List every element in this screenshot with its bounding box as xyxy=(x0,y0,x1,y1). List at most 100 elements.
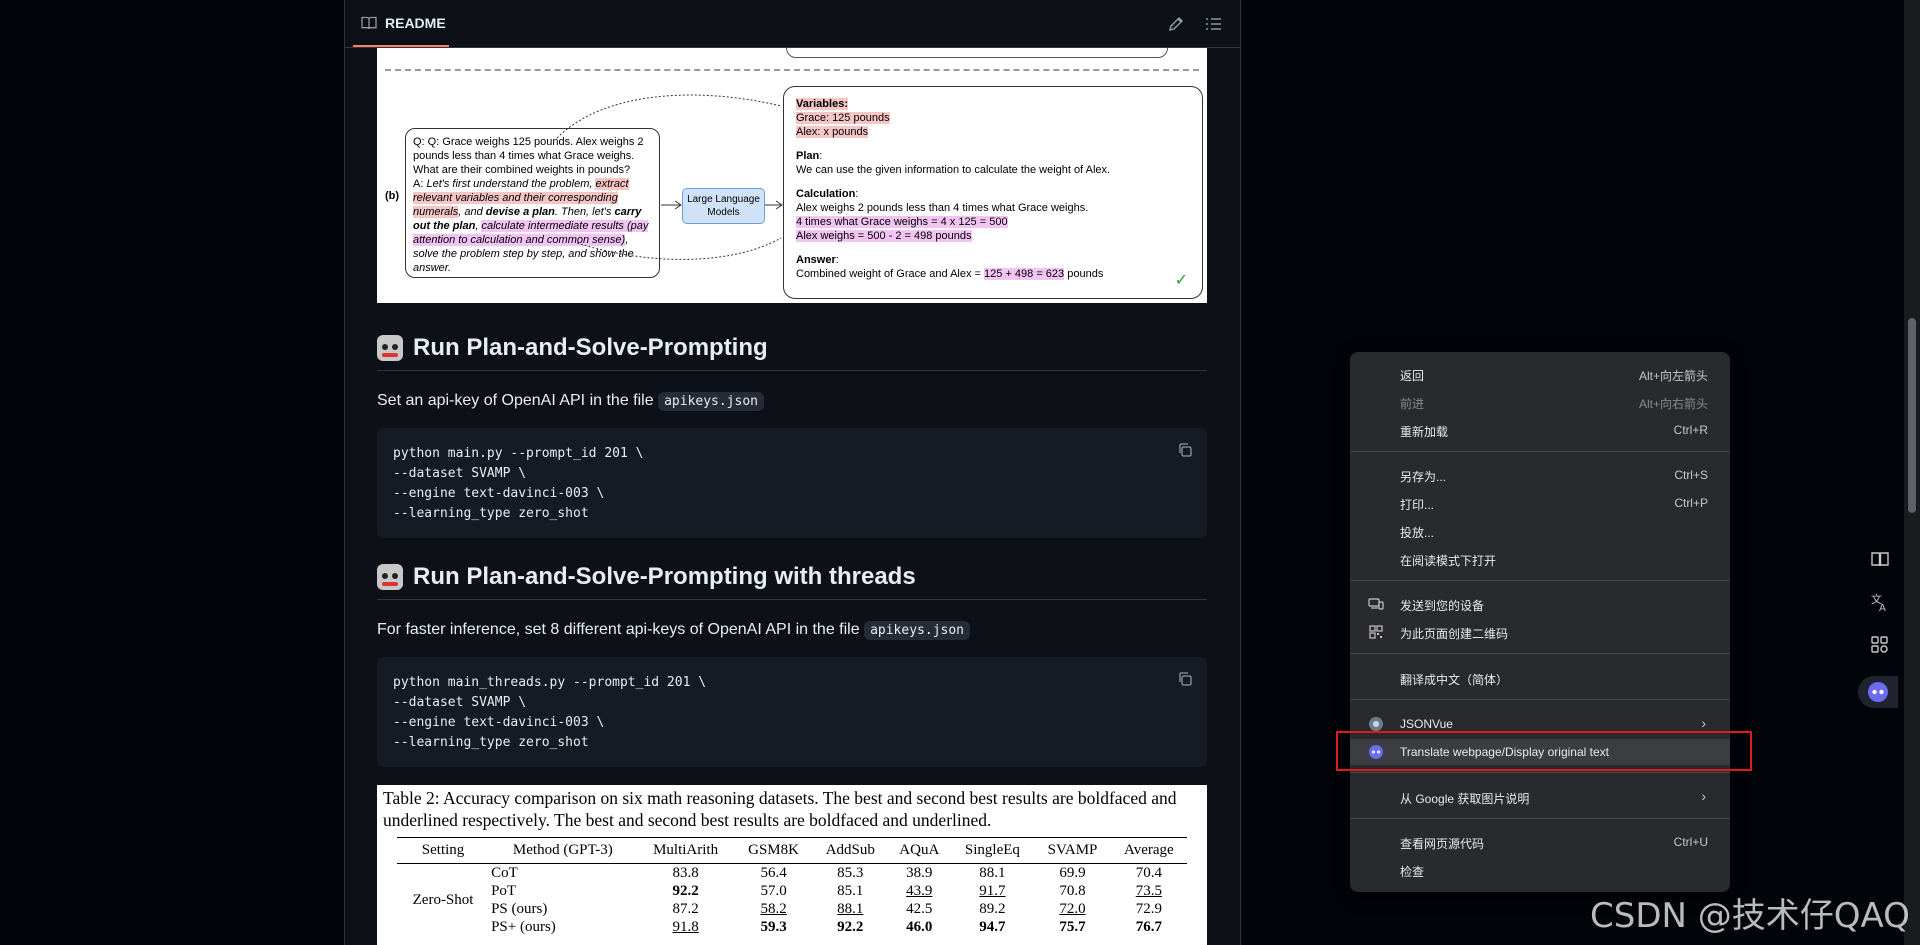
translate-icon[interactable]: 文A xyxy=(1866,588,1894,616)
answer-block: Answer: Combined weight of Grace and Ale… xyxy=(796,254,1104,280)
menu-item-forward[interactable]: 前进 Alt+向右箭头 xyxy=(1350,389,1730,415)
value-cell: 88.1 xyxy=(837,901,864,917)
readme-tab[interactable]: README xyxy=(353,0,449,47)
menu-item-label: 发送到您的设备 xyxy=(1400,599,1485,613)
menu-item-label: 返回 xyxy=(1400,369,1425,383)
menu-separator xyxy=(1350,580,1730,581)
answer-highlight: 125 + 498 = 623 xyxy=(984,268,1065,280)
scrollbar-thumb[interactable] xyxy=(1908,318,1916,513)
menu-item-reader-mode[interactable]: 在阅读模式下打开 xyxy=(1350,546,1730,572)
book-icon xyxy=(361,16,377,29)
section-title: Run Plan-and-Solve-Prompting xyxy=(413,334,768,361)
chevron-right-icon: › xyxy=(1701,715,1706,731)
table-header: Average xyxy=(1110,837,1187,864)
table-caption: Table 2: Accuracy comparison on six math… xyxy=(383,788,1177,830)
outline-list-icon[interactable] xyxy=(1203,14,1223,34)
menu-item-save-as[interactable]: 另存为... Ctrl+S xyxy=(1350,462,1730,488)
table-header-row: Setting Method (GPT-3) MultiArith GSM8K … xyxy=(397,837,1187,864)
value-cell: 56.4 xyxy=(760,865,787,881)
table-row: PoT 92.2 57.0 85.1 43.9 91.7 70.8 73.5 xyxy=(397,882,1187,900)
value-cell: 70.4 xyxy=(1135,865,1162,881)
menu-item-view-source[interactable]: 查看网页源代码 Ctrl+U xyxy=(1350,829,1730,855)
menu-item-label: 查看网页源代码 xyxy=(1400,837,1485,851)
assistant-icon xyxy=(1868,682,1888,702)
menu-item-shortcut: Alt+向右箭头 xyxy=(1638,397,1708,411)
variable-line: Alex: x pounds xyxy=(796,126,869,138)
check-icon: ✓ xyxy=(1174,272,1188,289)
menu-item-label: 为此页面创建二维码 xyxy=(1400,627,1509,641)
qr-code-icon xyxy=(1369,625,1383,639)
paragraph-text: Set an api-key of OpenAI API in the file xyxy=(377,392,659,409)
menu-item-label: 翻译成中文（简体） xyxy=(1400,673,1509,687)
menu-item-qr-code[interactable]: 为此页面创建二维码 xyxy=(1350,619,1730,645)
value-cell: 57.0 xyxy=(760,883,787,899)
method-cell: PS (ours) xyxy=(491,901,548,917)
robot-icon xyxy=(377,335,403,361)
section-heading-run: Run Plan-and-Solve-Prompting xyxy=(377,334,1207,371)
plan-title: Plan xyxy=(796,150,820,162)
value-cell: 94.7 xyxy=(979,919,1006,935)
value-cell: 72.0 xyxy=(1059,901,1086,917)
copy-icon[interactable] xyxy=(1177,442,1193,458)
watermark: CSDN @技术仔QAQ xyxy=(1590,896,1910,936)
menu-item-label: 在阅读模式下打开 xyxy=(1400,554,1497,568)
method-cell: PS+ (ours) xyxy=(491,919,556,935)
menu-item-translate-cn[interactable]: 翻译成中文（简体） xyxy=(1350,665,1730,691)
value-cell: 88.1 xyxy=(979,865,1006,881)
results-table: Setting Method (GPT-3) MultiArith GSM8K … xyxy=(397,837,1187,936)
section-paragraph: Set an api-key of OpenAI API in the file… xyxy=(377,392,764,411)
value-cell: 42.5 xyxy=(906,901,933,917)
menu-item-shortcut: Alt+向左箭头 xyxy=(1638,369,1708,383)
table-row: PS (ours) 87.2 58.2 88.1 42.5 89.2 72.0 … xyxy=(397,900,1187,918)
menu-item-inspect[interactable]: 检查 xyxy=(1350,857,1730,883)
value-cell: 92.2 xyxy=(672,883,699,899)
menu-item-label: 检查 xyxy=(1400,865,1425,879)
section-paragraph: For faster inference, set 8 different ap… xyxy=(377,621,970,640)
calc-line: Alex weighs = 500 - 2 = 498 pounds xyxy=(796,230,972,242)
readme-tab-label: README xyxy=(385,14,446,31)
inline-code: apikeys.json xyxy=(864,621,970,640)
plan-text: We can use the given information to calc… xyxy=(796,164,1111,176)
assistant-button[interactable] xyxy=(1858,676,1898,708)
apps-icon[interactable] xyxy=(1866,631,1894,659)
answer-title: Answer xyxy=(796,254,836,266)
value-cell: 87.2 xyxy=(672,901,699,917)
value-cell: 91.7 xyxy=(979,883,1006,899)
pencil-icon[interactable] xyxy=(1166,14,1186,34)
method-cell: CoT xyxy=(491,865,518,881)
table-row: PS+ (ours) 91.8 59.3 92.2 46.0 94.7 75.7… xyxy=(397,918,1187,936)
menu-item-label: 投放... xyxy=(1400,526,1435,540)
menu-item-print[interactable]: 打印... Ctrl+P xyxy=(1350,490,1730,516)
highlight-frame xyxy=(1336,731,1752,771)
table-header: Method (GPT-3) xyxy=(489,837,637,864)
value-cell: 85.1 xyxy=(837,883,864,899)
menu-item-send-to-device[interactable]: 发送到您的设备 xyxy=(1350,591,1730,617)
menu-item-reload[interactable]: 重新加载 Ctrl+R xyxy=(1350,417,1730,443)
jsonvue-icon xyxy=(1369,717,1383,731)
menu-separator xyxy=(1350,653,1730,654)
section-heading-threads: Run Plan-and-Solve-Prompting with thread… xyxy=(377,563,1207,600)
reading-icon[interactable] xyxy=(1866,545,1894,573)
table-header: SVAMP xyxy=(1034,837,1111,864)
value-cell: 72.9 xyxy=(1135,901,1162,917)
device-icon xyxy=(1368,598,1384,610)
plan-block: Plan: We can use the given information t… xyxy=(796,149,1190,177)
page-scrollbar[interactable] xyxy=(1904,0,1920,945)
copy-icon[interactable] xyxy=(1177,671,1193,687)
table-header: AQuA xyxy=(888,837,951,864)
menu-item-back[interactable]: 返回 Alt+向左箭头 xyxy=(1350,361,1730,387)
section-title: Run Plan-and-Solve-Prompting with thread… xyxy=(413,563,916,590)
value-cell: 91.8 xyxy=(672,919,699,935)
robot-icon xyxy=(377,564,403,590)
variable-line: Grace: 125 pounds xyxy=(796,112,890,124)
menu-separator xyxy=(1350,818,1730,819)
table-header: MultiArith xyxy=(636,837,735,864)
menu-item-cast[interactable]: 投放... xyxy=(1350,518,1730,544)
menu-item-label: 从 Google 获取图片说明 xyxy=(1400,792,1530,806)
menu-item-label: 另存为... xyxy=(1400,470,1447,484)
menu-item-google-image[interactable]: 从 Google 获取图片说明 › xyxy=(1350,784,1730,810)
inline-code: apikeys.json xyxy=(658,392,764,411)
menu-item-label: 打印... xyxy=(1400,498,1435,512)
value-cell: 89.2 xyxy=(979,901,1006,917)
answer-text: Combined weight of Grace and Alex = xyxy=(796,268,985,280)
